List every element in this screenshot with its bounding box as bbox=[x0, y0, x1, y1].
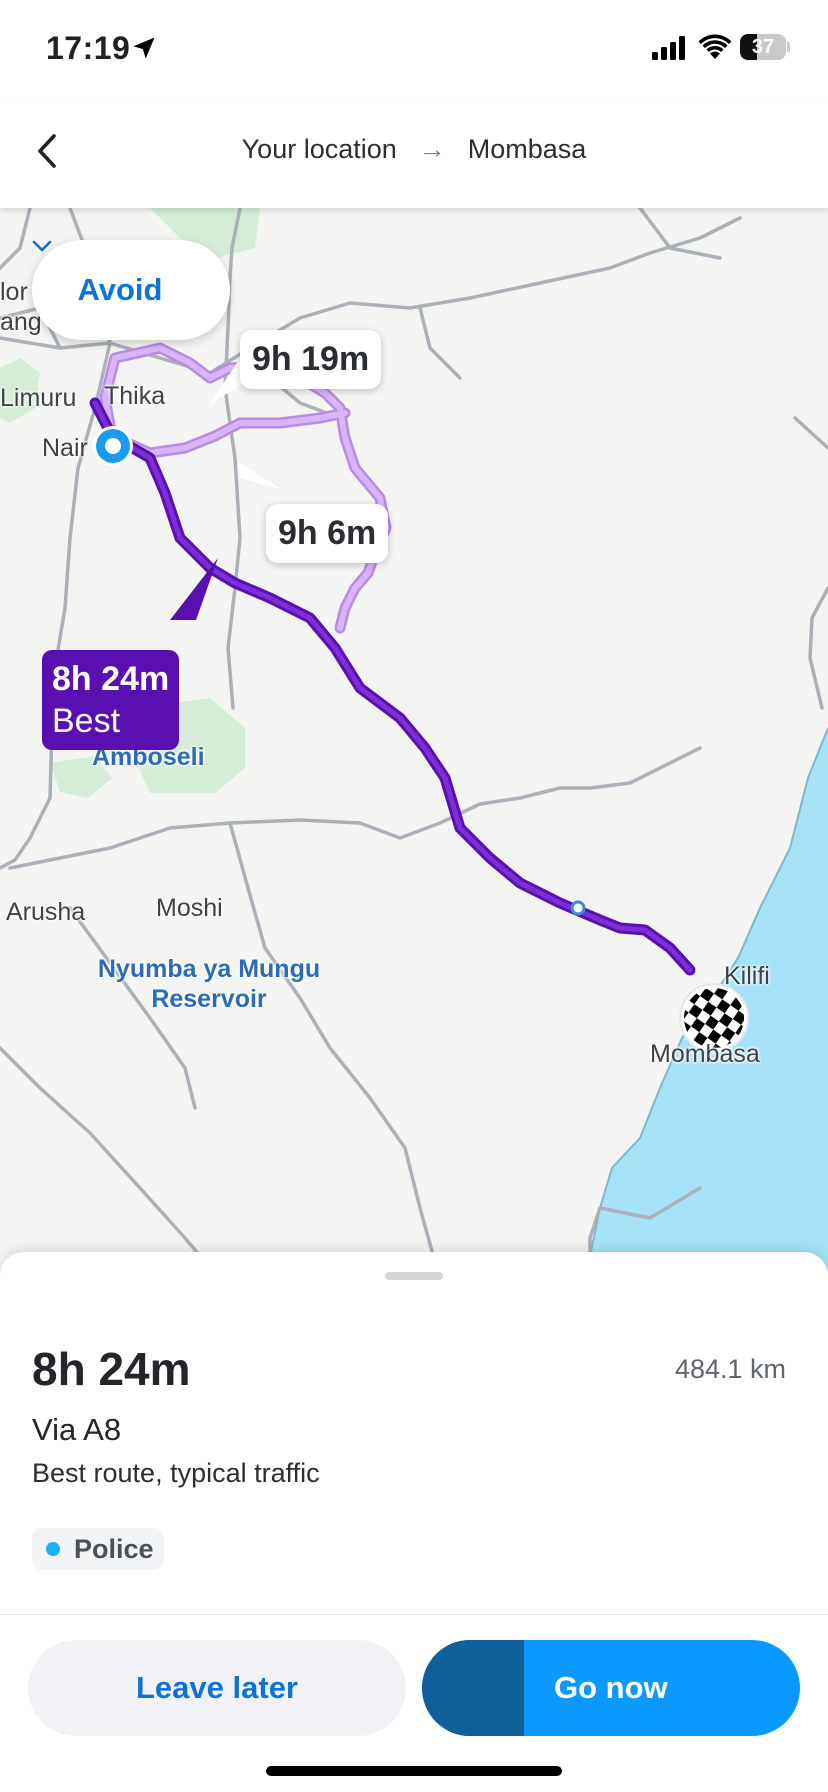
route-time-bubble-alt-1[interactable]: 9h 19m bbox=[240, 330, 382, 389]
route-distance: 484.1 km bbox=[674, 1354, 786, 1384]
cellular-signal-icon bbox=[652, 36, 688, 65]
map-label-arusha: Arusha bbox=[6, 898, 86, 926]
waypoint-dot bbox=[570, 900, 586, 916]
wifi-icon bbox=[698, 34, 732, 65]
leave-later-button[interactable]: Leave later bbox=[28, 1640, 406, 1736]
police-chip[interactable]: Police bbox=[32, 1528, 164, 1570]
go-now-label: Go now bbox=[554, 1670, 668, 1705]
origin-marker bbox=[93, 426, 133, 466]
route-details-sheet: 8h 24m 484.1 km Via A8 Best route, typic… bbox=[0, 1252, 828, 1792]
map-label-mang: ang bbox=[0, 308, 42, 336]
arrow-right-icon: → bbox=[418, 134, 446, 164]
chevron-down-icon bbox=[32, 240, 52, 252]
route-duration: 8h 24m bbox=[32, 1343, 191, 1395]
status-bar: 17:19 37 bbox=[0, 0, 828, 100]
best-route-tag: Best bbox=[52, 702, 121, 740]
go-now-button[interactable]: Go now bbox=[422, 1640, 800, 1736]
battery-icon: 37 bbox=[740, 34, 790, 62]
police-chip-label: Police bbox=[74, 1533, 154, 1564]
map-label-nor: lor bbox=[0, 278, 28, 306]
map-label-mombasa: Mombasa bbox=[650, 1040, 760, 1068]
route-time-bubble-best[interactable]: 8h 24m Best bbox=[42, 650, 180, 750]
avoid-button[interactable]: Avoid bbox=[32, 240, 230, 340]
destination-label: Mombasa bbox=[467, 134, 587, 164]
status-time: 17:19 bbox=[46, 30, 131, 66]
route-title: Your location → Mombasa bbox=[0, 134, 828, 165]
best-route-line bbox=[89, 397, 696, 976]
route-time-bubble-alt-2[interactable]: 9h 6m bbox=[266, 504, 389, 563]
avoid-label: Avoid bbox=[77, 272, 163, 307]
route-via: Via A8 bbox=[32, 1412, 122, 1447]
map-label-reservoir: Nyumba ya Mungu Reservoir bbox=[97, 955, 321, 1013]
map-label-thika: Thika bbox=[104, 382, 166, 410]
leave-later-label: Leave later bbox=[136, 1670, 298, 1705]
best-route-duration: 8h 24m bbox=[52, 660, 170, 698]
map-label-moshi: Moshi bbox=[156, 894, 223, 922]
battery-percent: 37 bbox=[751, 36, 775, 58]
route-description: Best route, typical traffic bbox=[32, 1458, 320, 1488]
home-indicator bbox=[266, 1766, 562, 1776]
route-map[interactable]: lor ang Limuru Thika Nair Amboseli Arush… bbox=[0, 208, 828, 1280]
divider bbox=[0, 1614, 828, 1615]
police-dot-icon bbox=[46, 1542, 60, 1556]
map-label-nairobi: Nair bbox=[42, 434, 88, 462]
location-arrow-icon bbox=[130, 34, 158, 67]
sheet-drag-handle[interactable] bbox=[385, 1272, 443, 1280]
route-header: Your location → Mombasa bbox=[0, 100, 828, 208]
go-now-countdown-progress bbox=[422, 1640, 525, 1736]
map-label-kilifi: Kilifi bbox=[724, 962, 770, 990]
origin-label: Your location bbox=[241, 134, 397, 164]
map-label-limuru: Limuru bbox=[0, 384, 77, 412]
